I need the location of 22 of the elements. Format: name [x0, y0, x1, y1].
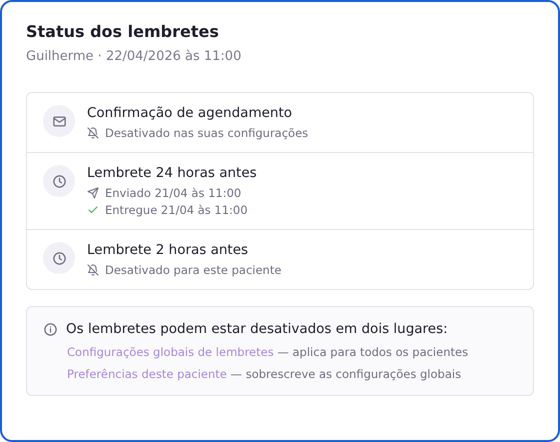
info-icon: [43, 322, 58, 336]
bell-off-icon: [87, 264, 99, 276]
bell-off-icon: [87, 127, 99, 139]
card-title: Status dos lembretes: [26, 22, 220, 41]
reminder-status: Entregue 21/04 às 11:00: [105, 203, 248, 217]
info-heading: Os lembretes podem estar desativados em dois lugares:: [66, 321, 448, 337]
send-icon: [87, 187, 99, 199]
reminder-status: Desativado para este paciente: [105, 263, 282, 277]
check-icon: [87, 204, 99, 216]
reminder-title: Lembrete 2 horas antes: [87, 242, 250, 258]
clock-icon: [52, 250, 66, 266]
info-note: Preferências deste paciente — sobrescreve as configurações globais: [66, 367, 462, 381]
reminder-status: Desativado nas suas configurações: [105, 126, 308, 140]
settings-link[interactable]: Preferências deste paciente: [67, 367, 227, 381]
reminder-title: Confirmação de agendamento: [87, 105, 294, 121]
info-note: Configurações globais de lembretes — aplica para todos os pacientes: [66, 345, 470, 359]
reminder-title: Lembrete 24 horas antes: [87, 165, 257, 181]
settings-link[interactable]: Configurações globais de lembretes: [67, 345, 274, 359]
reminder-status: Enviado 21/04 às 11:00: [105, 186, 242, 200]
card-subtitle: Guilherme · 22/04/2026 às 11:00: [26, 49, 242, 64]
mail-icon: [52, 114, 66, 128]
clock-icon: [52, 174, 66, 188]
